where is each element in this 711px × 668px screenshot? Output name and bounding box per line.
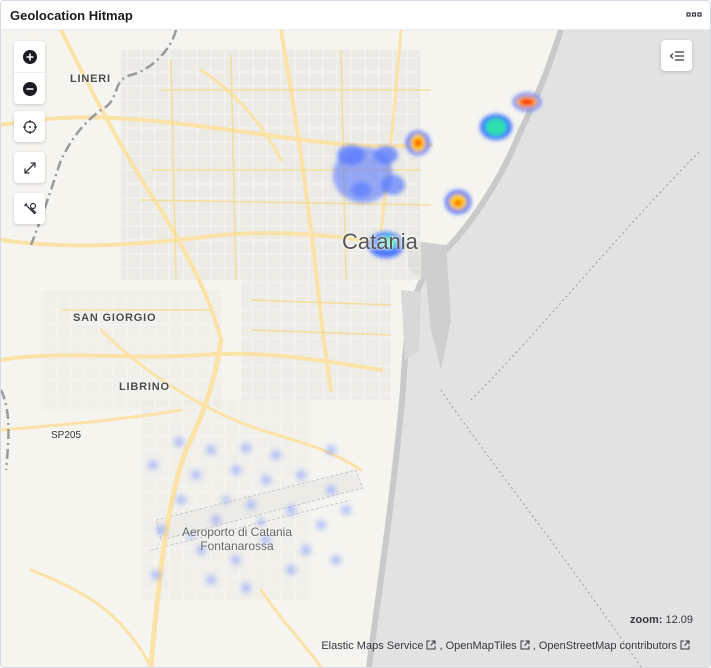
- fit-to-data-button[interactable]: [14, 111, 45, 142]
- layer-control-toggle[interactable]: [661, 40, 692, 71]
- airport-label-line2: Fontanarossa: [200, 539, 274, 553]
- fullscreen-control: [14, 152, 45, 183]
- attribution-openmaptiles-link[interactable]: OpenMapTiles: [446, 640, 517, 652]
- fullscreen-button[interactable]: [14, 152, 45, 183]
- zoom-label: zoom:: [630, 614, 663, 626]
- road-label-sp205: SP205: [51, 430, 82, 441]
- place-label-san-giorgio: SAN GIORGIO: [73, 312, 157, 324]
- external-link-icon: [520, 640, 530, 650]
- city-label-catania: Catania: [342, 229, 418, 254]
- airport-label: Aeroporto di Catania Fontanarossa: [167, 525, 307, 553]
- tools-button[interactable]: [14, 193, 45, 224]
- map-canvas[interactable]: LINERI SAN GIORGIO LIBRINO SP205 Catania…: [1, 30, 710, 667]
- attribution-osm-link[interactable]: OpenStreetMap contributors: [539, 640, 677, 652]
- external-link-icon: [426, 640, 436, 650]
- map-panel: Geolocation Hitmap LINERI SAN GIORGIO LI…: [0, 0, 711, 668]
- more-options-icon: [686, 12, 702, 17]
- zoom-out-button[interactable]: [14, 72, 45, 104]
- tools-control: [14, 193, 45, 224]
- minus-circle-icon: [22, 81, 37, 96]
- wrench-icon: [23, 202, 36, 214]
- external-link-icon: [680, 640, 690, 650]
- zoom-readout: zoom: 12.09: [630, 614, 693, 626]
- zoom-controls: [14, 41, 45, 104]
- airport-label-line1: Aeroporto di Catania: [181, 525, 293, 539]
- attribution-ems-link[interactable]: Elastic Maps Service: [321, 640, 423, 652]
- place-label-librino: LIBRINO: [119, 381, 170, 393]
- panel-options-button[interactable]: [684, 7, 704, 23]
- expand-icon: [23, 161, 36, 174]
- zoom-value: 12.09: [665, 614, 693, 626]
- panel-title: Geolocation Hitmap: [10, 8, 133, 23]
- place-label-lineri: LINERI: [70, 73, 111, 85]
- map-basemap: [1, 30, 710, 667]
- fit-control: [14, 111, 45, 142]
- crosshair-icon: [22, 119, 37, 134]
- map-attribution: Elastic Maps Service, OpenMapTiles, Open…: [321, 640, 693, 652]
- plus-circle-icon: [22, 49, 37, 64]
- menu-left-icon: [669, 50, 684, 61]
- panel-header: Geolocation Hitmap: [1, 1, 710, 30]
- zoom-in-button[interactable]: [14, 41, 45, 72]
